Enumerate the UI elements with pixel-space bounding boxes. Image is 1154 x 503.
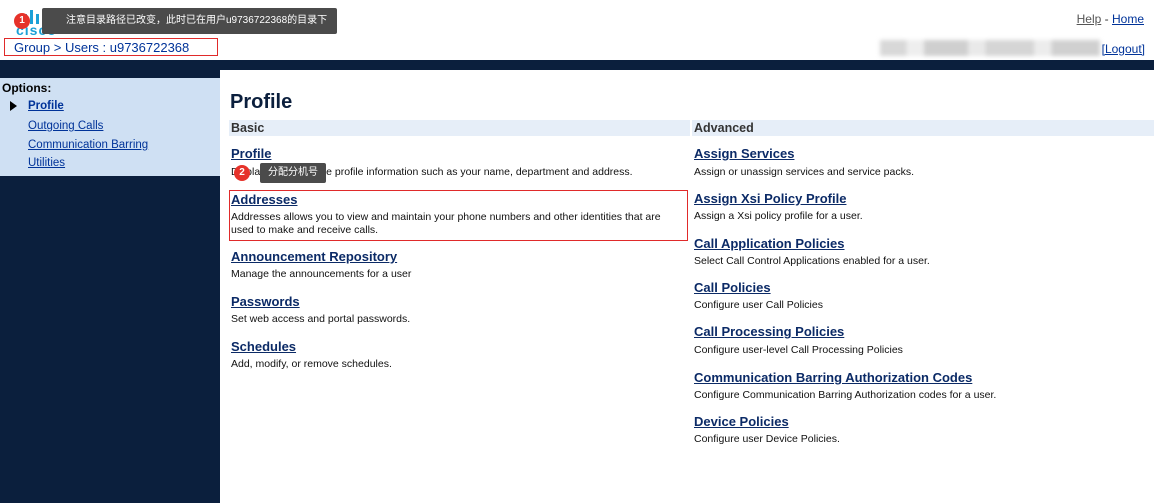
breadcrumb[interactable]: Group > Users : u9736722368	[4, 38, 218, 56]
advanced-section-header: Advanced	[692, 120, 1154, 136]
home-link[interactable]: Home	[1112, 12, 1144, 26]
basic-link-passwords[interactable]: Passwords	[231, 294, 300, 309]
advanced-link-call-processing-policies[interactable]: Call Processing Policies	[694, 324, 844, 339]
advanced-desc-call-processing-policies: Configure user-level Call Processing Pol…	[694, 344, 903, 356]
annotation-badge-2: 2	[234, 165, 250, 181]
user-name-blurred	[880, 40, 1100, 56]
logout-link[interactable]: [Logout]	[1102, 42, 1145, 56]
annotation-tooltip-2: 分配分机号	[260, 163, 326, 183]
advanced-link-assign-services[interactable]: Assign Services	[694, 146, 794, 161]
advanced-link-call-application-policies[interactable]: Call Application Policies	[694, 236, 845, 251]
sidebar-item-outgoing-calls[interactable]: Outgoing Calls	[28, 120, 103, 132]
advanced-desc-assign-services: Assign or unassign services and service …	[694, 166, 915, 178]
options-title: Options:	[2, 81, 52, 95]
advanced-link-assign-xsi-policy-profile[interactable]: Assign Xsi Policy Profile	[694, 191, 846, 206]
annotation-badge-1: 1	[14, 13, 30, 29]
annotation-tooltip-1-text: 注意目录路径已改变，此时已在用户u9736722368的目录下	[66, 15, 328, 26]
basic-link-schedules[interactable]: Schedules	[231, 339, 296, 354]
advanced-desc-call-application-policies: Select Call Control Applications enabled…	[694, 255, 930, 267]
basic-desc-addresses: Addresses allows you to view and maintai…	[231, 211, 661, 236]
advanced-desc-call-policies: Configure user Call Policies	[694, 299, 823, 311]
basic-desc-announcement-repository: Manage the announcements for a user	[231, 268, 412, 280]
basic-desc-passwords: Set web access and portal passwords.	[231, 313, 411, 325]
sidebar-item-utilities[interactable]: Utilities	[28, 157, 65, 169]
advanced-desc-communication-barring-authorization-codes: Configure Communication Barring Authoriz…	[694, 389, 997, 401]
basic-link-profile[interactable]: Profile	[231, 146, 271, 161]
active-item-arrow-icon	[10, 101, 17, 111]
basic-desc-schedules: Add, modify, or remove schedules.	[231, 358, 392, 370]
basic-link-announcement-repository[interactable]: Announcement Repository	[231, 249, 397, 264]
advanced-link-call-policies[interactable]: Call Policies	[694, 280, 771, 295]
advanced-link-communication-barring-authorization-codes[interactable]: Communication Barring Authorization Code…	[694, 370, 972, 385]
basic-link-addresses[interactable]: Addresses	[231, 192, 297, 207]
basic-section-header: Basic	[229, 120, 690, 136]
top-links: Help - Home	[1077, 12, 1144, 26]
sidebar-item-communication-barring[interactable]: Communication Barring	[28, 139, 148, 151]
help-link[interactable]: Help	[1077, 12, 1102, 26]
advanced-desc-assign-xsi-policy-profile: Assign a Xsi policy profile for a user.	[694, 210, 863, 222]
link-separator: -	[1104, 12, 1109, 26]
advanced-desc-device-policies: Configure user Device Policies.	[694, 433, 840, 445]
sidebar-item-profile[interactable]: Profile	[28, 100, 64, 112]
sidebar: Options:	[0, 70, 220, 503]
annotation-tooltip-1: 注意目录路径已改变，此时已在用户u9736722368的目录下	[42, 8, 338, 34]
advanced-link-device-policies[interactable]: Device Policies	[694, 414, 789, 429]
top-nav-bar	[0, 60, 1154, 70]
page-title: Profile	[230, 91, 293, 113]
